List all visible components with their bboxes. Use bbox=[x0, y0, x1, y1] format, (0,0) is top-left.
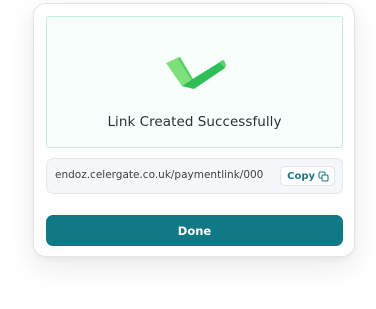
success-panel: Link Created Successfully bbox=[46, 16, 343, 148]
payment-link-field: endoz.celergate.co.uk/paymentlink/000 Co… bbox=[46, 158, 343, 194]
copy-icon bbox=[318, 170, 329, 182]
copy-button[interactable]: Copy bbox=[280, 166, 335, 186]
success-title: Link Created Successfully bbox=[107, 114, 282, 130]
page-background: Link Created Successfully endoz.celergat… bbox=[0, 0, 376, 309]
payment-link-url: endoz.celergate.co.uk/paymentlink/000 bbox=[55, 169, 264, 181]
done-button[interactable]: Done bbox=[46, 215, 343, 246]
done-button-label: Done bbox=[177, 223, 212, 238]
success-dialog: Link Created Successfully endoz.celergat… bbox=[33, 3, 355, 257]
check-icon bbox=[166, 57, 226, 89]
copy-button-label: Copy bbox=[287, 170, 315, 182]
